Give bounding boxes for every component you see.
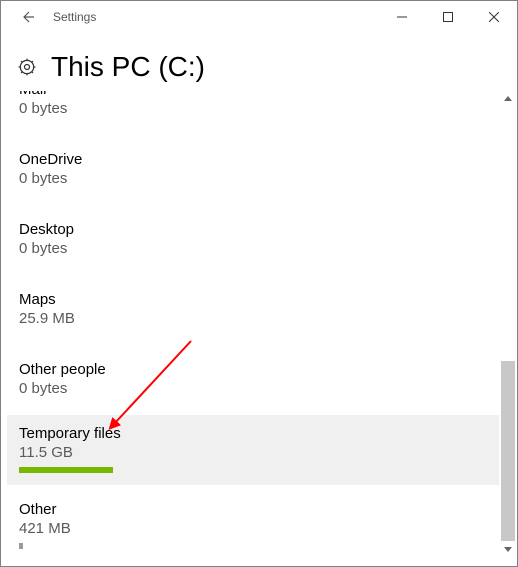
- storage-item[interactable]: Mail 0 bytes: [7, 91, 499, 129]
- gear-icon: [17, 57, 37, 77]
- storage-list: Mail 0 bytes OneDrive 0 bytes Desktop 0 bytes…: [7, 91, 499, 556]
- storage-item-name: Desktop: [19, 221, 487, 238]
- page-header: This PC (C:): [1, 33, 517, 93]
- page-title: This PC (C:): [51, 51, 205, 83]
- storage-item-size: 0 bytes: [19, 240, 487, 257]
- window-controls: [379, 1, 517, 33]
- maximize-icon: [443, 12, 453, 22]
- storage-item-size: 25.9 MB: [19, 310, 487, 327]
- storage-usage-bar-fill: [19, 467, 113, 473]
- titlebar: Settings: [1, 1, 517, 33]
- chevron-up-icon: [504, 96, 512, 101]
- storage-item-name: Mail: [19, 91, 487, 98]
- scroll-down-button[interactable]: [501, 542, 515, 556]
- scrollbar-track[interactable]: [501, 91, 515, 556]
- close-button[interactable]: [471, 1, 517, 33]
- storage-item[interactable]: Maps 25.9 MB: [7, 281, 499, 339]
- storage-item-size: 0 bytes: [19, 380, 487, 397]
- minimize-icon: [397, 12, 407, 22]
- storage-item[interactable]: Other 421 MB: [7, 491, 499, 556]
- storage-item-size: 0 bytes: [19, 170, 487, 187]
- storage-usage-bar: [19, 467, 487, 473]
- storage-item[interactable]: Temporary files 11.5 GB: [7, 415, 499, 485]
- storage-item-name: Maps: [19, 291, 487, 308]
- storage-item[interactable]: OneDrive 0 bytes: [7, 141, 499, 199]
- storage-item-size: 11.5 GB: [19, 444, 487, 461]
- window-title: Settings: [53, 10, 96, 24]
- scrollbar[interactable]: [501, 91, 515, 556]
- close-icon: [489, 12, 499, 22]
- minimize-button[interactable]: [379, 1, 425, 33]
- storage-item-name: Other people: [19, 361, 487, 378]
- chevron-down-icon: [504, 547, 512, 552]
- back-button[interactable]: [9, 1, 45, 33]
- scrollbar-thumb[interactable]: [501, 361, 515, 541]
- storage-item[interactable]: Desktop 0 bytes: [7, 211, 499, 269]
- storage-item-name: Temporary files: [19, 425, 487, 442]
- storage-item-size: 421 MB: [19, 520, 487, 537]
- scroll-up-button[interactable]: [501, 91, 515, 105]
- storage-item-name: OneDrive: [19, 151, 487, 168]
- storage-item-name: Other: [19, 501, 487, 518]
- storage-item-size: 0 bytes: [19, 100, 487, 117]
- arrow-left-icon: [19, 9, 35, 25]
- storage-item[interactable]: Other people 0 bytes: [7, 351, 499, 409]
- storage-usage-bar: [19, 543, 23, 549]
- maximize-button[interactable]: [425, 1, 471, 33]
